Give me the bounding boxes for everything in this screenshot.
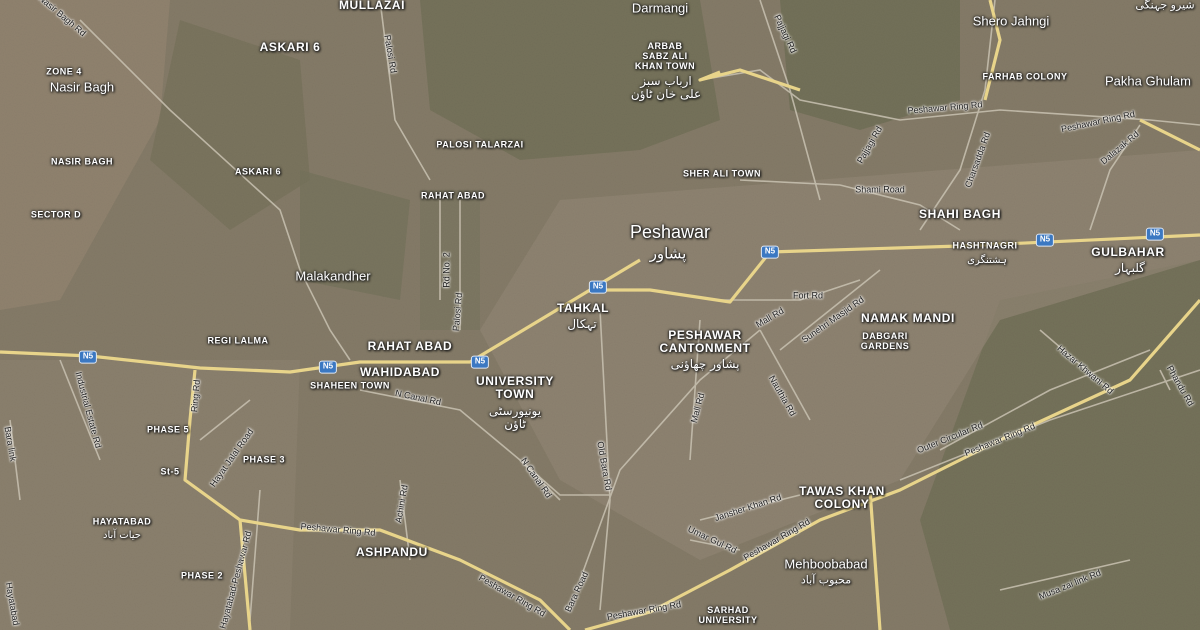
urdu-label: پشاور چھاؤنی xyxy=(670,357,740,371)
district-label: ARBAB SABZ ALI KHAN TOWN xyxy=(634,41,696,71)
district-label: MULLAZAI xyxy=(338,0,406,12)
satellite-map[interactable]: N5 N5 N5 N5 N5 N5 N5 MULLAZAI ASKARI 6 Z… xyxy=(0,0,1200,630)
n5-shield: N5 xyxy=(588,280,608,294)
district-label: FARHAB COLONY xyxy=(982,71,1068,82)
n5-shield: N5 xyxy=(1145,227,1165,241)
urdu-label: تہکال xyxy=(567,317,597,331)
place-label: Pakha Ghulam xyxy=(1105,73,1191,89)
city-label: Peshawar xyxy=(629,222,711,242)
district-label: St-5 xyxy=(160,466,180,477)
district-label: PESHAWAR CANTONMENT xyxy=(659,327,751,355)
district-label: PHASE 3 xyxy=(242,454,286,465)
district-label: TAWAS KHAN COLONY xyxy=(799,483,885,511)
urdu-label: محبوب آباد xyxy=(800,573,852,587)
district-label: REGI LALMA xyxy=(207,335,269,346)
urdu-label: ہشتنگری xyxy=(967,255,1007,266)
district-label: ASHPANDU xyxy=(356,545,428,559)
district-label: SARHAD UNIVERSITY xyxy=(698,605,758,625)
urdu-label: حیات آباد xyxy=(103,530,141,541)
district-label: PHASE 5 xyxy=(146,424,190,435)
district-label: PALOSI TALARZAI xyxy=(436,139,524,150)
district-label: ZONE 4 xyxy=(46,66,82,77)
urdu-label: ارباب سبز علی خان ٹاؤن xyxy=(630,73,702,101)
place-label: Nasir Bagh xyxy=(49,79,115,95)
n5-shield: N5 xyxy=(78,350,98,364)
n5-shield: N5 xyxy=(760,245,780,259)
district-label: UNIVERSITY TOWN xyxy=(475,373,555,401)
place-label: Malakandher xyxy=(295,268,371,284)
road-label: Shami Road xyxy=(855,184,905,195)
district-label: RAHAT ABAD xyxy=(421,190,485,201)
urdu-label: یونیورسٹی ٹاؤن xyxy=(488,403,542,431)
place-label: Mehboobabad xyxy=(784,556,868,572)
n5-shield: N5 xyxy=(318,360,338,374)
urdu-label: شیرو جہنگی xyxy=(1135,0,1195,12)
district-label: SHAHEEN TOWN xyxy=(310,380,390,391)
district-label: NAMAK MANDI xyxy=(861,311,955,325)
district-label: ASKARI 6 xyxy=(234,166,282,177)
urdu-label: گلبہار xyxy=(1115,261,1145,275)
district-label: SHAHI BAGH xyxy=(918,207,1002,221)
place-label: Darmangi xyxy=(631,0,689,16)
district-label: SHER ALI TOWN xyxy=(683,168,761,179)
district-label: TAHKAL xyxy=(556,301,610,315)
district-label: ASKARI 6 xyxy=(259,40,321,54)
n5-shield: N5 xyxy=(1035,233,1055,247)
district-label: DABGARI GARDENS xyxy=(860,331,910,351)
district-label: WAHIDABAD xyxy=(359,365,441,379)
district-label: RAHAT ABAD xyxy=(367,339,453,353)
district-label: GULBAHAR xyxy=(1091,245,1165,259)
map-terrain xyxy=(0,0,1200,630)
district-label: HASHTNAGRI xyxy=(952,240,1018,251)
place-label: Shero Jahngi xyxy=(972,13,1050,29)
district-label: SECTOR D xyxy=(30,209,82,220)
district-label: HAYATABAD xyxy=(92,516,152,527)
urdu-label: پشاور xyxy=(649,244,687,263)
road-label: Fort Rd xyxy=(792,290,824,301)
road-label: Rd No. 2 xyxy=(441,252,452,288)
district-label: NASIR BAGH xyxy=(50,156,114,167)
district-label: PHASE 2 xyxy=(180,570,224,581)
n5-shield: N5 xyxy=(470,355,490,369)
